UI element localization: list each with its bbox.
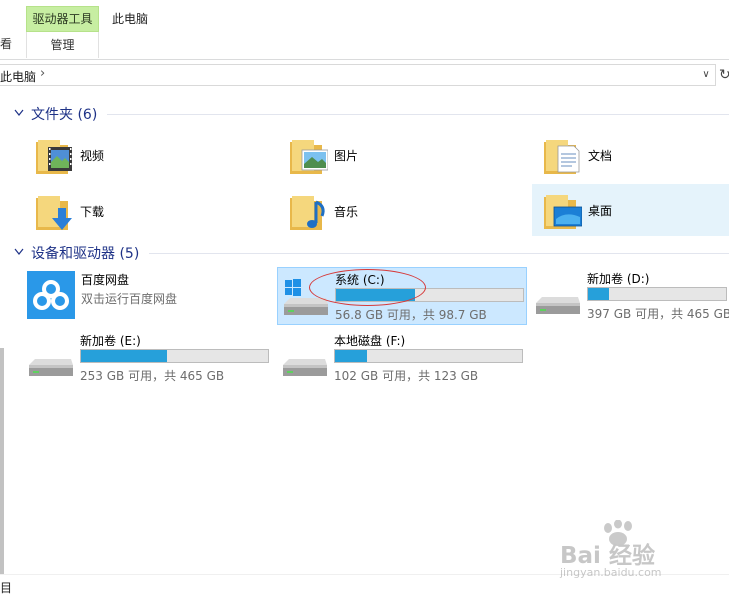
- watermark-brand: Bai 经验: [560, 543, 655, 569]
- vertical-scrollbar[interactable]: [0, 94, 5, 578]
- status-text: 目: [0, 581, 13, 595]
- annotation-ellipse: [309, 269, 426, 306]
- folder-downloads[interactable]: 下载: [30, 186, 270, 236]
- hard-drive-icon: [536, 297, 580, 314]
- folders-group-title: 文件夹 (6): [31, 107, 98, 123]
- drive-usage-fill: [81, 350, 168, 362]
- baidu-cloud-icon: [27, 271, 75, 319]
- folder-music[interactable]: 音乐: [284, 186, 524, 236]
- watermark-url: jingyan.baidu.com: [560, 566, 662, 579]
- folder-label: 下载: [80, 205, 105, 219]
- window-title: 此电脑: [112, 12, 149, 26]
- drive-usage-bar: [334, 349, 523, 363]
- drive-usage-bar: [80, 349, 269, 363]
- breadcrumb-this-pc[interactable]: 此电脑: [0, 68, 36, 85]
- collapse-chevron-icon[interactable]: [14, 248, 28, 259]
- breadcrumb-chevron-icon[interactable]: ›: [40, 66, 45, 81]
- drive-free-space: 56.8 GB 可用，共 98.7 GB: [335, 308, 487, 322]
- pictures-folder-icon: [290, 140, 328, 174]
- folder-label: 文档: [588, 149, 613, 163]
- folder-label: 图片: [334, 149, 359, 163]
- folders-group-header[interactable]: 文件夹 (6): [14, 104, 729, 124]
- baidu-netdisk-subtitle: 双击运行百度网盘: [81, 292, 178, 306]
- drive-free-space: 102 GB 可用，共 123 GB: [334, 369, 479, 383]
- baidu-netdisk-item[interactable]: 百度网盘 双击运行百度网盘: [24, 268, 274, 326]
- drive-d[interactable]: 新加卷 (D:) 397 GB 可用，共 465 GB: [530, 267, 729, 325]
- drive-name: 新加卷 (D:): [587, 272, 650, 286]
- music-folder-icon: [290, 196, 325, 230]
- manage-tab[interactable]: 管理: [26, 32, 99, 58]
- drive-e[interactable]: 新加卷 (E:) 253 GB 可用，共 465 GB: [23, 329, 273, 387]
- baidu-netdisk-name: 百度网盘: [81, 273, 130, 287]
- devices-group-header[interactable]: 设备和驱动器 (5): [14, 243, 729, 263]
- refresh-icon[interactable]: ↻: [719, 64, 729, 86]
- video-folder-icon: [36, 140, 72, 174]
- folder-desktop[interactable]: 桌面: [532, 184, 729, 236]
- documents-folder-icon: [544, 140, 580, 174]
- drive-usage-fill: [588, 288, 609, 300]
- folder-documents[interactable]: 文档: [538, 130, 729, 180]
- drive-tools-context-tab[interactable]: 驱动器工具: [26, 6, 99, 32]
- drive-free-space: 253 GB 可用，共 465 GB: [80, 369, 225, 383]
- devices-group-title: 设备和驱动器 (5): [31, 246, 140, 262]
- address-dropdown-icon[interactable]: ∨: [699, 66, 713, 84]
- folder-videos[interactable]: 视频: [30, 130, 270, 180]
- folder-label: 视频: [80, 149, 105, 163]
- drive-free-space: 397 GB 可用，共 465 GB: [587, 307, 729, 321]
- ribbon: 看 驱动器工具 管理 此电脑: [0, 0, 729, 60]
- collapse-chevron-icon[interactable]: [14, 109, 28, 120]
- ribbon-view-tab-partial[interactable]: 看: [0, 35, 12, 52]
- drive-usage-bar: [587, 287, 727, 301]
- folder-label: 桌面: [588, 204, 613, 218]
- downloads-folder-icon: [36, 196, 72, 230]
- folder-label: 音乐: [334, 205, 359, 219]
- drive-usage-fill: [335, 350, 367, 362]
- hard-drive-icon: [283, 359, 327, 376]
- drive-f[interactable]: 本地磁盘 (F:) 102 GB 可用，共 123 GB: [277, 329, 527, 387]
- baidu-jingyan-watermark: Bai 经验 jingyan.baidu.com: [560, 520, 720, 582]
- group-divider: [149, 252, 729, 254]
- group-divider: [107, 113, 729, 115]
- drive-name: 本地磁盘 (F:): [334, 334, 406, 348]
- drive-name: 新加卷 (E:): [80, 334, 141, 348]
- desktop-folder-icon: [544, 195, 582, 229]
- address-bar[interactable]: 此电脑 › ∨: [0, 64, 716, 86]
- folder-pictures[interactable]: 图片: [284, 130, 524, 180]
- scrollbar-thumb[interactable]: [0, 348, 4, 578]
- hard-drive-icon: [29, 359, 73, 376]
